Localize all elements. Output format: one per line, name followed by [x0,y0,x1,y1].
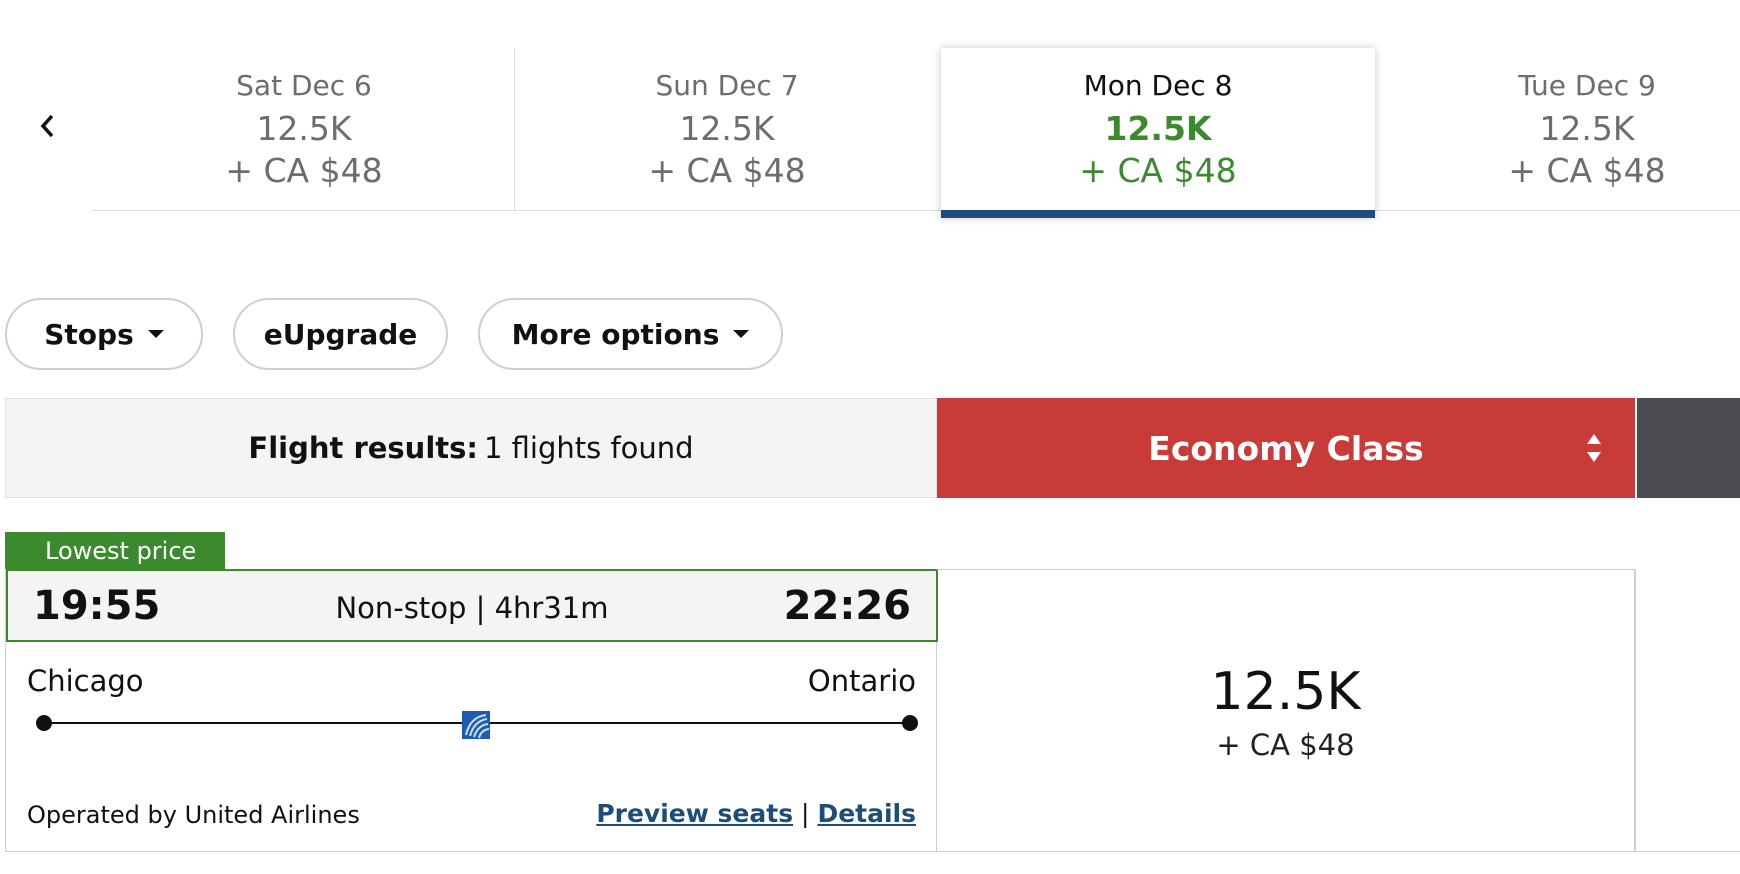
sort-icon [1587,434,1601,462]
destination-city: Ontario [807,664,916,698]
date-points: 12.5K [679,109,775,148]
caret-down-icon [733,330,750,338]
date-strip: Sat Dec 6 12.5K + CA $48 Sun Dec 7 12.5K… [0,48,1740,220]
flight-results-count: 1 flights found [483,431,694,465]
date-points: 12.5K [256,109,352,148]
date-label: Sun Dec 7 [655,69,799,102]
date-tab-sun-dec-7[interactable]: Sun Dec 7 12.5K + CA $48 [515,48,939,208]
economy-price-cell[interactable]: 12.5K + CA $48 [937,569,1635,852]
stops-filter-button[interactable]: Stops [5,298,203,370]
flight-time-row: 19:55 Non-stop | 4hr31m 22:26 [6,569,938,642]
date-strip-divider [92,210,1740,211]
operated-by-text: Operated by United Airlines [27,801,360,829]
date-label: Sat Dec 6 [236,69,372,102]
date-points: 12.5K [1104,109,1212,148]
next-cabin-header[interactable] [1637,398,1740,498]
eupgrade-filter-label: eUpgrade [263,317,418,351]
chevron-left-icon[interactable] [30,108,66,144]
economy-class-label: Economy Class [1148,428,1424,468]
economy-points: 12.5K [1210,662,1361,722]
origin-dot [36,715,52,731]
origin-city: Chicago [27,664,144,698]
economy-class-sort-header[interactable]: Economy Class [937,398,1635,498]
date-tab-sat-dec-6[interactable]: Sat Dec 6 12.5K + CA $48 [92,48,516,208]
details-link[interactable]: Details [817,799,916,828]
more-options-button[interactable]: More options [478,298,783,370]
date-points: 12.5K [1539,109,1635,148]
date-tab-tue-dec-9[interactable]: Tue Dec 9 12.5K + CA $48 [1375,48,1740,208]
route-line [36,711,918,739]
united-airlines-logo-icon [462,711,490,739]
flight-links: Preview seats | Details [596,799,916,828]
flight-results-bar: Flight results: 1 flights found [5,398,937,498]
preview-seats-link[interactable]: Preview seats [596,799,793,828]
eupgrade-filter-button[interactable]: eUpgrade [233,298,448,370]
economy-tax: + CA $48 [1216,728,1355,762]
next-cabin-price-cell[interactable] [1635,569,1740,852]
lowest-price-badge: Lowest price [5,532,225,570]
flight-card[interactable]: 19:55 Non-stop | 4hr31m 22:26 Chicago On… [5,569,938,852]
destination-dot [902,715,918,731]
date-tax: + CA $48 [648,151,806,190]
date-tax: + CA $48 [1079,151,1237,190]
caret-down-icon [147,330,164,338]
more-options-label: More options [511,317,720,351]
date-tax: + CA $48 [1508,151,1666,190]
arrival-time: 22:26 [783,583,911,629]
stops-filter-label: Stops [44,317,134,351]
lowest-price-label: Lowest price [45,537,197,565]
link-separator: | [801,799,810,828]
date-tax: + CA $48 [225,151,383,190]
date-label: Tue Dec 9 [1518,69,1656,102]
date-tab-mon-dec-8[interactable]: Mon Dec 8 12.5K + CA $48 [941,48,1375,218]
flight-results-label: Flight results: [248,431,478,465]
date-label: Mon Dec 8 [1083,69,1233,102]
